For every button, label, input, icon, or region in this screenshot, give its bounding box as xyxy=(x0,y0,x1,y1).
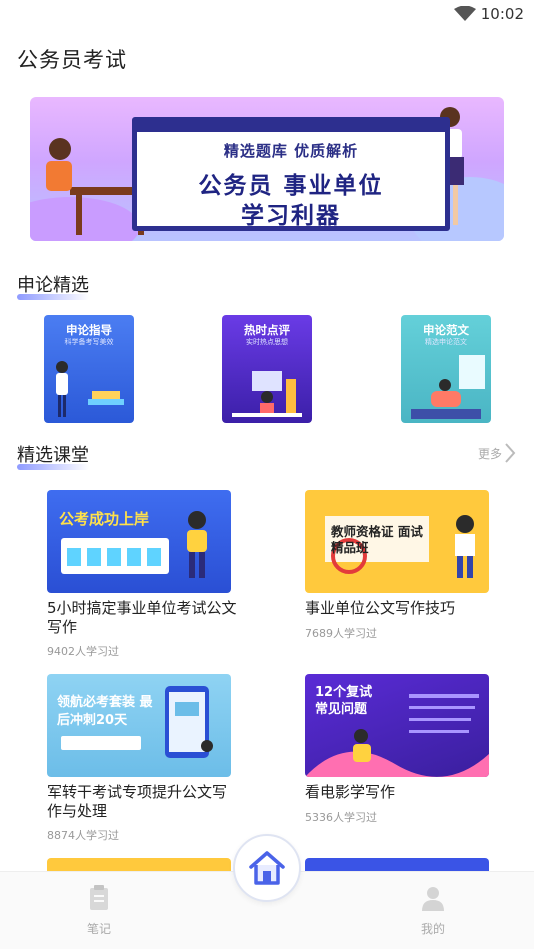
home-icon xyxy=(249,851,285,885)
shenlun-card-sample-essays[interactable]: 申论范文 精选申论范文 xyxy=(401,315,491,423)
banner-board: 精选题库 优质解析 公务员 事业单位 学习利器 xyxy=(132,117,450,231)
status-time: 10:02 xyxy=(480,5,524,23)
course-title[interactable]: 事业单位公文写作技巧 xyxy=(305,599,495,618)
notebook-icon xyxy=(90,885,108,910)
page-title: 公务员考试 xyxy=(17,48,127,72)
card-title: 热时点评 xyxy=(244,323,290,337)
nav-item-mine[interactable]: 我的 xyxy=(403,884,463,937)
course-thumbnail[interactable]: 12个复试 常见问题 xyxy=(305,674,489,777)
course-illustration xyxy=(61,686,213,758)
guide-illustration xyxy=(56,361,124,417)
banner-subtitle: 精选题库 优质解析 xyxy=(223,142,359,160)
user-icon xyxy=(422,887,444,911)
promo-banner[interactable]: 精选题库 优质解析 公务员 事业单位 学习利器 xyxy=(30,97,504,241)
course-title[interactable]: 看电影学写作 xyxy=(305,783,495,802)
course-thumbnail[interactable]: 教师资格证 面试精品班 xyxy=(305,490,489,593)
nav-label-notes: 笔记 xyxy=(86,922,111,936)
section-underline xyxy=(17,294,89,300)
card-subtitle: 精选申论范文 xyxy=(425,338,467,346)
card-title: 申论指导 xyxy=(66,323,112,337)
card-subtitle: 实时热点思想 xyxy=(246,338,288,346)
nav-label-mine: 我的 xyxy=(420,922,445,936)
thumbnail-caption: 教师资格证 面试精品班 xyxy=(331,524,423,555)
nav-item-notes[interactable]: 笔记 xyxy=(69,884,129,937)
course-learner-count: 9402人学习过 xyxy=(47,645,119,658)
hot-topics-illustration xyxy=(232,371,302,417)
home-button[interactable] xyxy=(233,834,301,902)
card-title: 申论范文 xyxy=(423,323,469,337)
chevron-right-icon xyxy=(505,443,516,463)
section-underline xyxy=(17,464,89,470)
banner-headline-1: 公务员 事业单位 xyxy=(198,173,384,199)
more-courses-link[interactable]: 更多 xyxy=(478,442,516,464)
sample-essays-illustration xyxy=(411,355,485,419)
more-label: 更多 xyxy=(477,446,502,461)
card-subtitle: 科学备考写美效 xyxy=(64,338,114,346)
course-learner-count: 7689人学习过 xyxy=(305,627,377,640)
course-thumbnail[interactable]: 领航必考套装 最后冲刺20天 xyxy=(47,674,231,777)
shenlun-card-guide[interactable]: 申论指导 科学备考写美效 xyxy=(44,315,134,423)
course-title[interactable]: 军转干考试专项提升公文写作与处理 xyxy=(47,783,237,821)
course-title[interactable]: 5小时搞定事业单位考试公文写作 xyxy=(47,599,237,637)
status-bar: 10:02 xyxy=(0,0,534,30)
course-illustration xyxy=(305,694,489,777)
wifi-icon xyxy=(454,6,476,21)
course-learner-count: 5336人学习过 xyxy=(305,811,377,824)
course-thumbnail[interactable]: 公考成功上岸 xyxy=(47,490,231,593)
banner-headline-2: 学习利器 xyxy=(241,203,341,229)
course-illustration xyxy=(61,511,207,578)
course-learner-count: 8874人学习过 xyxy=(47,829,119,842)
shenlun-card-hot-topics[interactable]: 热时点评 实时热点思想 xyxy=(222,315,312,423)
